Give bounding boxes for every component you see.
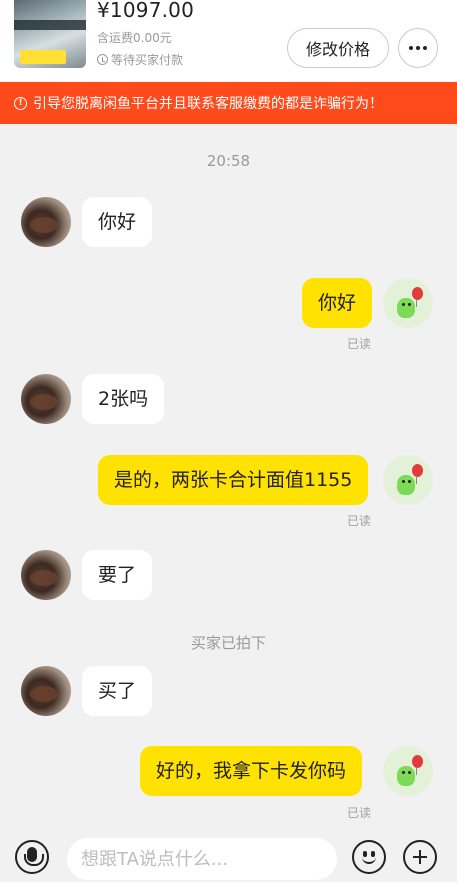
buyer-avatar[interactable] bbox=[21, 374, 71, 424]
buyer-avatar[interactable] bbox=[21, 550, 71, 600]
order-placed-notice: 买家已拍下 bbox=[190, 634, 266, 652]
read-receipt: 已读 bbox=[347, 806, 372, 820]
message-input[interactable] bbox=[67, 838, 337, 880]
order-status: 等待买家付款 bbox=[97, 51, 183, 68]
message-bubble-seller[interactable]: 好的，我拿下卡发你码 bbox=[140, 746, 363, 796]
more-icon[interactable] bbox=[398, 28, 438, 68]
message-input-bar bbox=[0, 832, 457, 882]
message-bubble-buyer[interactable]: 2张吗 bbox=[82, 374, 165, 424]
shipping-fee: 含运费0.00元 bbox=[97, 31, 172, 45]
message-bubble-buyer[interactable]: 买了 bbox=[82, 666, 153, 716]
order-header: ¥1097.00 含运费0.00元 等待买家付款 修改价格 bbox=[0, 0, 457, 82]
message-bubble-buyer[interactable]: 你好 bbox=[82, 197, 153, 247]
fraud-warning-text: 引导您脱离闲鱼平台并且联系客服缴费的都是诈骗行为！ bbox=[33, 96, 383, 112]
fraud-warning-banner: ! 引导您脱离闲鱼平台并且联系客服缴费的都是诈骗行为！ bbox=[0, 82, 457, 124]
chat-timestamp: 20:58 bbox=[206, 152, 251, 170]
message-bubble-seller[interactable]: 你好 bbox=[302, 278, 373, 328]
clock-icon bbox=[97, 54, 108, 65]
thumbnail-tag bbox=[20, 50, 66, 64]
seller-avatar[interactable] bbox=[383, 455, 433, 505]
message-bubble-seller[interactable]: 是的，两张卡合计面值1155 bbox=[98, 455, 369, 505]
product-price: ¥1097.00 bbox=[97, 0, 195, 22]
emoji-icon[interactable] bbox=[352, 840, 386, 874]
buyer-avatar[interactable] bbox=[21, 197, 71, 247]
buyer-avatar[interactable] bbox=[21, 666, 71, 716]
product-thumbnail[interactable] bbox=[14, 0, 86, 68]
read-receipt: 已读 bbox=[347, 337, 372, 351]
read-receipt: 已读 bbox=[347, 514, 372, 528]
plus-icon[interactable] bbox=[403, 840, 437, 874]
order-status-text: 等待买家付款 bbox=[111, 53, 184, 67]
microphone-icon[interactable] bbox=[15, 840, 49, 874]
edit-price-button[interactable]: 修改价格 bbox=[287, 28, 389, 68]
info-icon: ! bbox=[14, 96, 27, 110]
seller-avatar[interactable] bbox=[383, 746, 433, 796]
message-bubble-buyer[interactable]: 要了 bbox=[82, 550, 153, 600]
seller-avatar[interactable] bbox=[383, 278, 433, 328]
thumbnail-stripe bbox=[14, 20, 86, 30]
